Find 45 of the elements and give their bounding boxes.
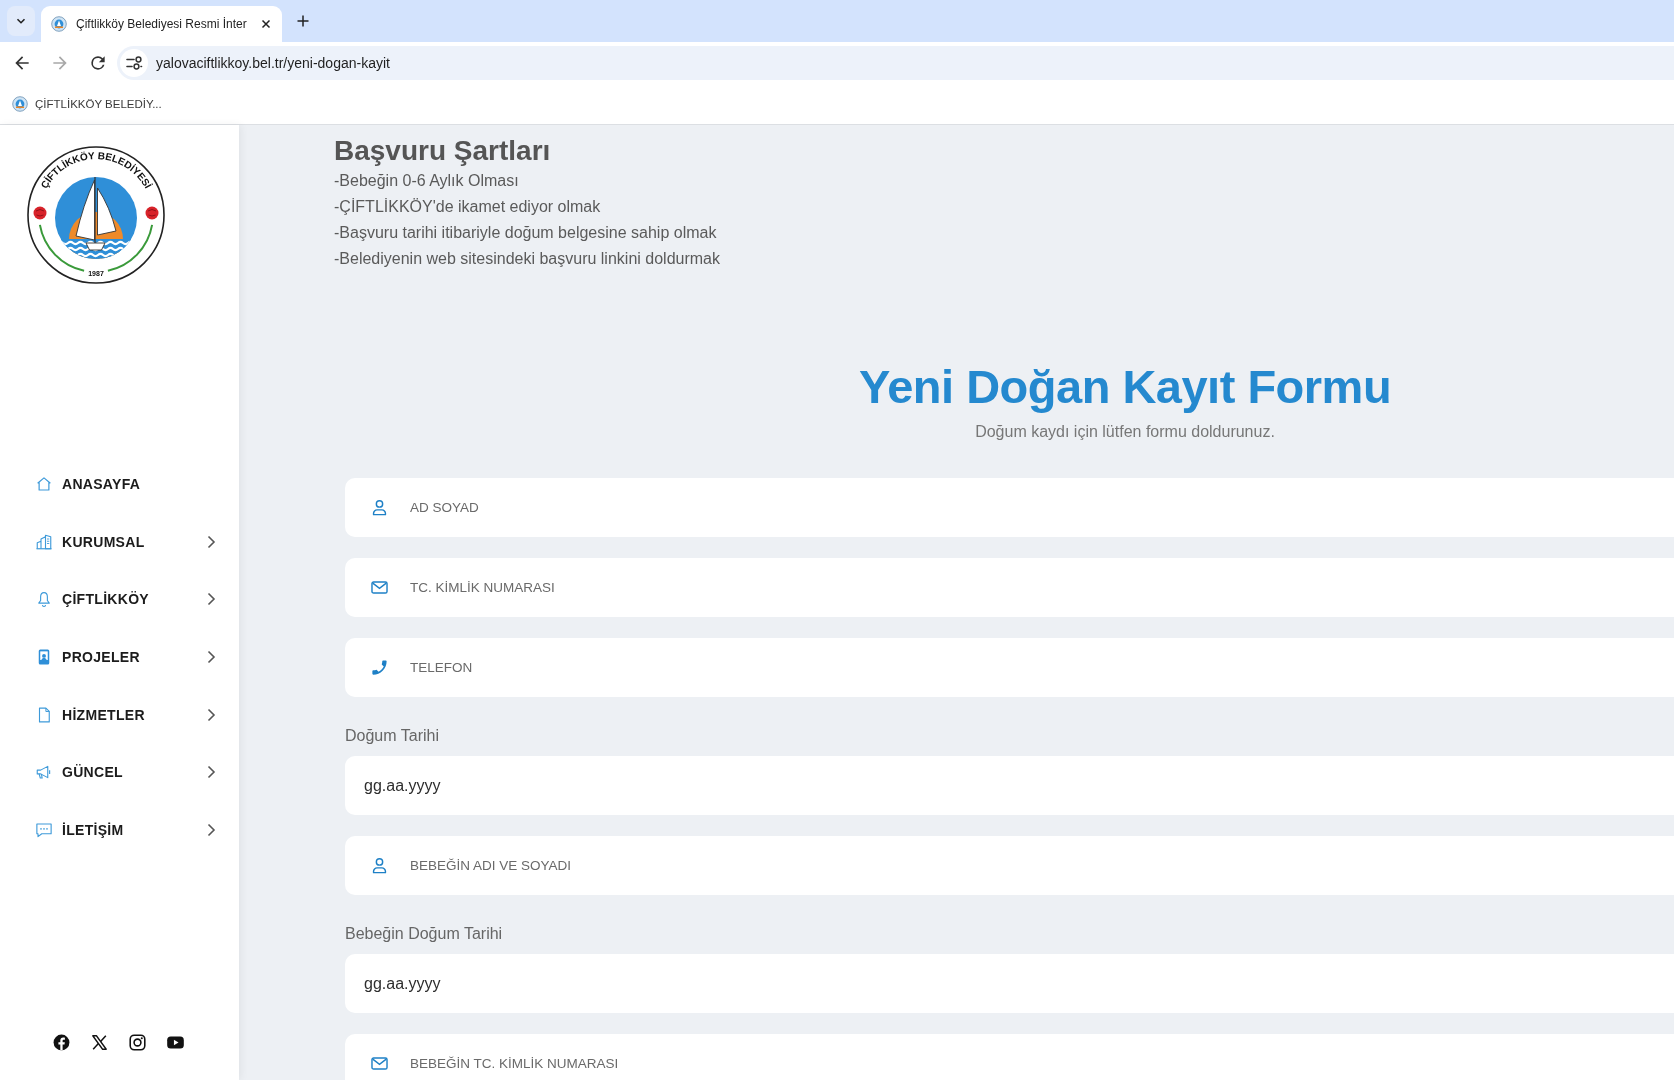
menu-item[interactable]: HİZMETLER [0,685,239,744]
close-icon[interactable] [260,18,272,30]
bell-icon [35,590,53,609]
menu-item[interactable]: ANASAYFA [0,455,239,513]
requirement-item: -Bebeğin 0-6 Aylık Olması [334,171,520,191]
browser-tab[interactable]: Çiftlikköy Belediyesi Resmi İnter [41,6,282,42]
menu-item[interactable]: ÇİFTLİKKÖY [0,570,239,629]
field-label: Bebeğin Doğum Tarihi [345,924,504,944]
menu-item[interactable]: PROJELER [0,628,239,686]
requirement-item: -Belediyenin web sitesindeki başvuru linkini doldurmak [334,249,721,269]
facebook-icon[interactable] [52,1033,71,1052]
id-number-field[interactable]: TC. KİMLİK NUMARASI [345,558,1674,617]
requirement-item: -Başvuru tarihi itibariyle doğum belgesine sahip olmak [334,223,718,243]
envelope-icon [370,1054,389,1073]
address-bar[interactable]: yalovaciftlikkoy.bel.tr/yeni-dogan-kayit [117,46,1674,80]
field-label: Doğum Tarihi [345,726,440,746]
person-icon [370,856,389,875]
tune-icon[interactable] [120,49,148,77]
person-icon [370,498,389,517]
phone-field[interactable]: TELEFON [345,638,1674,697]
emblem-icon [12,96,28,112]
reload-icon[interactable] [88,53,108,73]
chat-bubble-icon [35,820,53,839]
buildings-icon [35,532,53,551]
date-field[interactable]: gg.aa.yyyy [345,954,1674,1013]
phone-icon [370,658,389,677]
form-subtitle: Doğum kaydı için lütfen formu doldurunuz. [974,422,1276,442]
x-logo-icon[interactable] [90,1033,109,1052]
name-field[interactable]: BEBEĞİN ADI VE SOYADI [345,836,1674,895]
emblem-icon [51,16,67,32]
bookmark-link[interactable]: ÇİFTLİKKÖY BELEDİY... [12,96,162,112]
instagram-icon[interactable] [128,1033,147,1052]
id-number-field[interactable]: BEBEĞİN TC. KİMLİK NUMARASI [345,1034,1674,1080]
form-title: Yeni Doğan Kayıt Formu [857,359,1393,415]
date-field[interactable]: gg.aa.yyyy [345,756,1674,815]
name-field[interactable]: AD SOYAD [345,478,1674,537]
house-icon [35,474,53,493]
menu-item[interactable]: GÜNCEL [0,743,239,802]
envelope-icon [370,578,389,597]
megaphone-icon [35,763,53,782]
requirements-heading: Başvuru Şartları [334,134,552,168]
menu-item[interactable]: KURUMSAL [0,512,239,571]
requirement-item: -ÇİFTLİKKÖY'de ikamet ediyor olmak [334,197,602,217]
plus-icon[interactable] [296,14,310,28]
menu-item[interactable]: İLETİŞİM [0,801,239,859]
